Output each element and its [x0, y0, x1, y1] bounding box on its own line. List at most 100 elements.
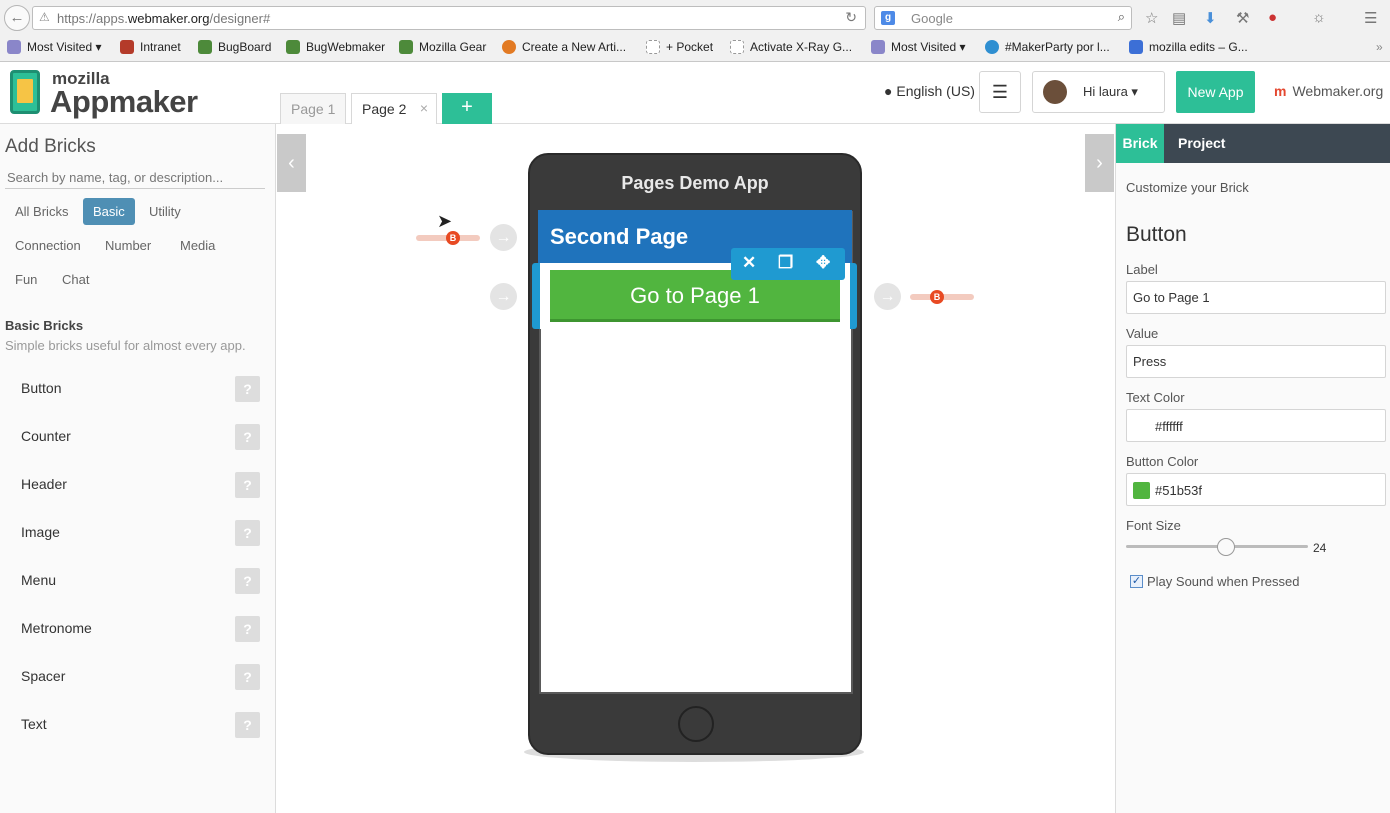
move-icon[interactable]: ✥ — [816, 253, 830, 273]
close-icon[interactable]: × — [420, 100, 428, 116]
wire-badge: B — [446, 231, 460, 245]
broadcast-arrow-icon[interactable]: → — [874, 283, 901, 310]
app-title[interactable]: Pages Demo App — [530, 173, 860, 194]
text-color-value: #ffffff — [1155, 419, 1183, 434]
brick-image[interactable]: Image — [21, 524, 60, 540]
category-fun[interactable]: Fun — [11, 266, 41, 293]
menu-button[interactable]: ☰ — [979, 71, 1021, 113]
category-basic[interactable]: Basic — [83, 198, 135, 225]
label-field[interactable] — [1126, 281, 1386, 314]
addon-icon[interactable]: ☼ — [1312, 9, 1326, 26]
category-number[interactable]: Number — [101, 232, 155, 259]
brick-spacer[interactable]: Spacer — [21, 668, 65, 684]
caret-down-icon: ▾ — [1131, 84, 1138, 99]
help-button[interactable]: ? — [235, 376, 260, 402]
menu-icon[interactable]: ☰ — [1364, 9, 1377, 27]
wrench-icon[interactable]: ⚒ — [1236, 9, 1249, 27]
bookmark-item[interactable]: + Pocket — [646, 40, 713, 54]
button-color-swatch[interactable] — [1133, 482, 1150, 499]
brick-search-input[interactable] — [5, 167, 265, 189]
help-button[interactable]: ? — [235, 616, 260, 642]
value-field-label: Value — [1126, 326, 1159, 341]
url-bar[interactable]: ⚠ https://apps.webmaker.org/designer# ↻ — [32, 6, 866, 30]
bookmark-item[interactable]: Most Visited ▾ — [871, 40, 966, 54]
url-suffix: /designer# — [209, 11, 271, 26]
home-button-icon — [678, 706, 714, 742]
star-icon[interactable]: ☆ — [1145, 9, 1158, 27]
back-button[interactable]: ← — [4, 5, 30, 31]
page-icon — [730, 40, 744, 54]
bookmark-item[interactable]: mozilla edits – G... — [1129, 40, 1248, 54]
brick-header[interactable]: Header — [21, 476, 67, 492]
bookmark-item[interactable]: BugBoard — [198, 40, 271, 54]
category-connection[interactable]: Connection — [11, 232, 85, 259]
bookmark-item[interactable]: Create a New Arti... — [502, 40, 626, 54]
bookmarks-list-icon[interactable]: ▤ — [1172, 9, 1186, 27]
bookmark-item[interactable]: #MakerParty por l... — [985, 40, 1110, 54]
logo-appmaker: Appmaker — [50, 84, 198, 119]
bookmark-label: #MakerParty por l... — [1005, 40, 1110, 54]
magnifier-icon[interactable]: ⌕ — [1118, 9, 1125, 25]
help-button[interactable]: ? — [235, 472, 260, 498]
category-all-bricks[interactable]: All Bricks — [11, 198, 72, 225]
duplicate-icon[interactable]: ❐ — [778, 253, 793, 273]
bookmark-label: Mozilla Gear — [419, 40, 487, 54]
browser-search-bar[interactable]: g Google ⌕ — [874, 6, 1132, 30]
button-color-field[interactable]: #51b53f — [1126, 473, 1386, 506]
url-domain: webmaker.org — [127, 11, 210, 26]
text-color-field[interactable]: #ffffff — [1126, 409, 1386, 442]
bookmark-item[interactable]: Activate X-Ray G... — [730, 40, 852, 54]
help-button[interactable]: ? — [235, 664, 260, 690]
add-page-button[interactable]: + — [442, 93, 492, 124]
play-sound-checkbox[interactable]: ✓ — [1130, 575, 1143, 588]
category-utility[interactable]: Utility — [145, 198, 185, 225]
help-button[interactable]: ? — [235, 712, 260, 738]
delete-icon[interactable]: ✕ — [742, 253, 756, 273]
reload-icon[interactable]: ↻ — [845, 9, 857, 26]
listener-arrow-icon[interactable]: → — [490, 283, 517, 310]
firefox-icon — [502, 40, 516, 54]
tab-project[interactable]: Project — [1178, 124, 1225, 163]
overflow-chevron-icon[interactable]: » — [1376, 40, 1383, 54]
bookmark-item[interactable]: Mozilla Gear — [399, 40, 486, 54]
bookmark-item[interactable]: Intranet — [120, 40, 181, 54]
brick-text[interactable]: Text — [21, 716, 47, 732]
webmaker-link[interactable]: m Webmaker.org — [1274, 83, 1383, 99]
font-size-slider-handle[interactable] — [1217, 538, 1235, 556]
new-app-button[interactable]: New App — [1176, 71, 1255, 113]
help-button[interactable]: ? — [235, 520, 260, 546]
collapse-left-button[interactable]: ‹ — [277, 134, 306, 192]
avatar — [1043, 80, 1067, 104]
brick-menu[interactable]: Menu — [21, 572, 56, 588]
user-menu-button[interactable]: Hi laura ▾ — [1032, 71, 1165, 113]
tab-page-1[interactable]: Page 1 — [280, 93, 347, 125]
listener-arrow-icon[interactable]: → — [490, 224, 517, 251]
customize-caption: Customize your Brick — [1126, 180, 1249, 195]
help-button[interactable]: ? — [235, 424, 260, 450]
section-subtitle: Simple bricks useful for almost every ap… — [5, 338, 246, 353]
adblock-icon[interactable]: ● — [1268, 9, 1277, 26]
value-field[interactable] — [1126, 345, 1386, 378]
button-color-value: #51b53f — [1155, 483, 1202, 498]
bookmark-item[interactable]: BugWebmaker — [286, 40, 385, 54]
bookmark-item[interactable]: Most Visited ▾ — [7, 40, 102, 54]
doc-icon — [1129, 40, 1143, 54]
brick-button[interactable]: Button — [21, 380, 61, 396]
download-icon[interactable]: ⬇ — [1204, 9, 1217, 27]
browser-chrome: ← ⚠ https://apps.webmaker.org/designer# … — [0, 0, 1390, 62]
tab-page-2[interactable]: Page 2 × — [351, 93, 437, 125]
google-icon: g — [881, 11, 895, 25]
category-media[interactable]: Media — [176, 232, 219, 259]
text-color-swatch[interactable] — [1133, 418, 1150, 435]
help-button[interactable]: ? — [235, 568, 260, 594]
category-chat[interactable]: Chat — [58, 266, 93, 293]
webmaker-label: Webmaker.org — [1292, 83, 1384, 99]
intranet-icon — [120, 40, 134, 54]
collapse-right-button[interactable]: › — [1085, 134, 1114, 192]
tab-brick[interactable]: Brick — [1116, 124, 1164, 163]
brick-counter[interactable]: Counter — [21, 428, 71, 444]
font-size-value: 24 — [1313, 541, 1327, 555]
brick-metronome[interactable]: Metronome — [21, 620, 92, 636]
play-sound-label: Play Sound when Pressed — [1147, 574, 1300, 589]
language-selector[interactable]: ● English (US) — [884, 83, 975, 99]
